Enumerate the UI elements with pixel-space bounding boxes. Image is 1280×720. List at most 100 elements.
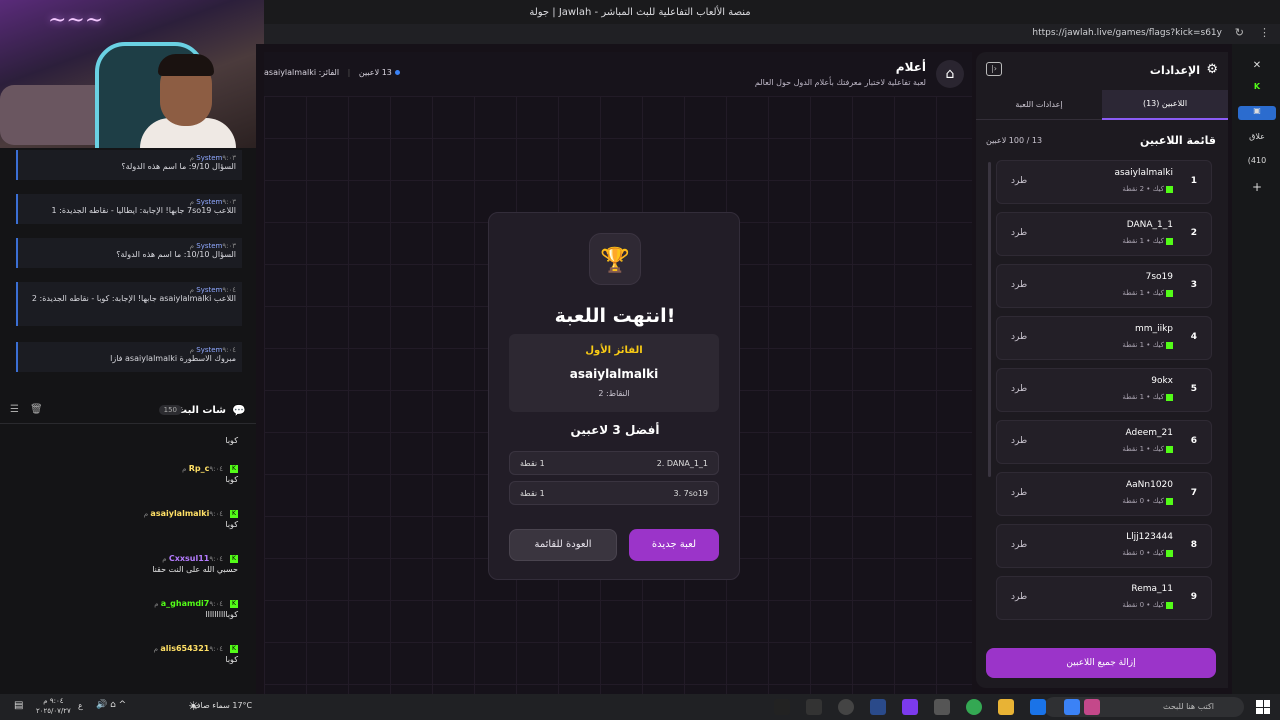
panel-tabs: اللاعبين (13) إعدادات اللعبة — [976, 90, 1228, 120]
screen: جولة | Jawlah - منصة الألعاب التفاعلية ل… — [0, 0, 1280, 720]
kick-button[interactable]: طرد — [1011, 592, 1027, 602]
app-icon[interactable] — [1064, 699, 1080, 715]
trash-icon[interactable]: 🗑 — [30, 404, 43, 415]
chat-count: 150 — [158, 405, 182, 415]
remove-all-players-button[interactable]: إزالة جميع اللاعبين — [986, 648, 1216, 678]
system-message: System٩:٠٤ م مبروك الاسطورة asaiylalmalk… — [16, 342, 242, 372]
game-subtitle: لعبة تفاعلية لاختبار معرفتك بأعلام الدول… — [754, 78, 926, 87]
chat-message: Ka_ghamdi7٩:٠٤ م كوباااااااااا — [154, 599, 238, 619]
language-indicator[interactable]: ع — [78, 701, 83, 710]
tray-icons[interactable]: 🔊 ⌂ ^ — [96, 700, 126, 710]
winner-name: asaiylalmalki — [569, 367, 659, 381]
webcam-overlay: ~~~ — [0, 0, 264, 148]
new-game-button[interactable]: لعبة جديدة — [629, 529, 719, 561]
top-players-title: أفضل 3 لاعبين — [570, 423, 660, 437]
notification-icon[interactable]: ▤ — [14, 700, 23, 711]
game-header: ⌂ أعلام لعبة تفاعلية لاختبار معرفتك بأعل… — [264, 52, 972, 96]
kick-button[interactable]: طرد — [1011, 540, 1027, 550]
kick-button[interactable]: طرد — [1011, 332, 1027, 342]
menu-dots-icon[interactable]: ⋮ — [1259, 26, 1270, 39]
sofa-shape — [0, 85, 110, 145]
system-message: System٩:٠٣ م اللاعب 7so19 جابها! الإجابة… — [16, 194, 242, 224]
list-scrollbar[interactable] — [988, 162, 991, 477]
kick-button[interactable]: طرد — [1011, 436, 1027, 446]
trophy-icon: 🏆 — [589, 233, 641, 285]
home-icon: ⌂ — [945, 66, 955, 82]
live-dot-icon — [394, 70, 400, 75]
player-row: 4 mm_iikp كيك • 1 نقطة طرد — [996, 316, 1212, 360]
app-shortcut-a[interactable]: علاق — [1238, 132, 1276, 141]
player-row: 3 7so19 كيك • 1 نقطة طرد — [996, 264, 1212, 308]
gear-icon: ⚙ — [1206, 62, 1218, 77]
tab-players[interactable]: اللاعبين (13) — [1102, 90, 1228, 120]
first-place-label: الفائز الأول — [585, 345, 643, 356]
weather-widget[interactable]: 17°C سماء صافية — [190, 701, 252, 710]
clock[interactable]: ٩:٠٤ م ٢٠٢٥/٠٧/٢٧ — [36, 696, 71, 716]
chat-message: Kasaiylalmalki٩:٠٤ م كوبا — [143, 509, 238, 529]
chat-message: KCxxsul11٩:٠٤ م حسبي الله على النت حقنا — [152, 554, 238, 574]
epic-games-icon[interactable] — [806, 699, 822, 715]
kick-badge-icon: K — [230, 554, 238, 563]
settings-panel: ⚙ الإعدادات |› اللاعبين (13) إعدادات الل… — [976, 52, 1228, 688]
chat-title: شات البث — [177, 405, 226, 416]
game-title: أعلام — [895, 60, 926, 74]
kick-app-icon[interactable]: K — [1238, 82, 1276, 91]
kick-button[interactable]: طرد — [1011, 176, 1027, 186]
player-row: 8 Lljj123444 كيك • 0 نقطة طرد — [996, 524, 1212, 568]
player-row: 7 AaNn1020 كيك • 0 نقطة طرد — [996, 472, 1212, 516]
player-row: 6 Adeem_21 كيك • 1 نقطة طرد — [996, 420, 1212, 464]
reload-icon[interactable]: ↻ — [1235, 26, 1244, 39]
kick-button[interactable]: طرد — [1011, 228, 1027, 238]
add-icon[interactable]: + — [1238, 180, 1276, 194]
url-text[interactable]: https://jawlah.live/games/flags?kick=s61… — [1032, 28, 1222, 38]
kick-badge-icon: K — [230, 644, 238, 653]
browser-side-panel: ✕ K ▣ علاق (410 + — [1232, 44, 1280, 694]
app-icon[interactable] — [774, 699, 790, 715]
weather-icon: ☀ — [188, 699, 199, 713]
player-row: 2 DANA_1_1 كيك • 1 نقطة طرد — [996, 212, 1212, 256]
stream-chat: System٩:٠٣ م السؤال 9/10: ما اسم هذه الد… — [0, 148, 256, 694]
collapse-panel-icon[interactable]: |› — [986, 62, 1002, 76]
player-row: 1 asaiylalmalki كيك • 2 نقطة طرد — [996, 160, 1212, 204]
game-status: 13 لاعبين | الفائز: asaiylalmalki — [264, 68, 400, 77]
chat-message: كوبا — [225, 436, 238, 445]
winner-label: الفائز: asaiylalmalki — [264, 68, 340, 77]
kick-button[interactable]: طرد — [1011, 280, 1027, 290]
app-icon[interactable] — [902, 699, 918, 715]
neon-sign: ~~~ — [48, 8, 104, 33]
chrome-icon[interactable] — [966, 699, 982, 715]
kick-badge-icon: K — [230, 599, 238, 608]
app-icon[interactable] — [934, 699, 950, 715]
folder-icon[interactable] — [998, 699, 1014, 715]
player-row: 5 9okx كيك • 1 نقطة طرد — [996, 368, 1212, 412]
windows-start-icon[interactable] — [1256, 700, 1270, 714]
chat-header: 💬 شات البث 150 🗑 ☰ — [0, 400, 256, 424]
windows-taskbar: ⌕ اكتب هنا للبحث 17°C سماء صافية ☀ 🔊 ⌂ ^… — [0, 694, 1280, 720]
app-shortcut-b[interactable]: (410 — [1238, 156, 1276, 165]
players-list-title: قائمة اللاعبين — [1140, 134, 1216, 147]
close-panel-icon[interactable]: ✕ — [1238, 60, 1276, 71]
app-icon[interactable] — [1084, 699, 1100, 715]
tab-game-settings[interactable]: إعدادات اللعبة — [976, 90, 1102, 120]
chat-message: Kalis654321٩:٠٤ م كوبا — [153, 644, 238, 664]
back-to-menu-button[interactable]: العودة للقائمة — [509, 529, 617, 561]
app-icon[interactable] — [870, 699, 886, 715]
kick-button[interactable]: طرد — [1011, 384, 1027, 394]
app-icon[interactable] — [838, 699, 854, 715]
kick-badge-icon: K — [230, 464, 238, 473]
panel-title: الإعدادات — [1149, 64, 1200, 77]
kick-button[interactable]: طرد — [1011, 488, 1027, 498]
top-player-row: 3. 7so19 1 نقطة — [509, 481, 719, 505]
address-bar[interactable]: https://jawlah.live/games/flags?kick=s61… — [264, 24, 1280, 44]
players-capacity: 13 / 100 لاعبين — [986, 136, 1043, 145]
player-row: 9 Rema_11 كيك • 0 نقطة طرد — [996, 576, 1212, 620]
kick-badge-icon: K — [230, 509, 238, 518]
system-message: System٩:٠٤ م اللاعب asaiylalmalki جابها!… — [16, 282, 242, 326]
chat-icon: 💬 — [232, 404, 246, 417]
jawlah-tab-icon[interactable]: ▣ — [1238, 106, 1276, 120]
window-title: جولة | Jawlah - منصة الألعاب التفاعلية ل… — [529, 6, 751, 18]
edge-icon[interactable] — [1030, 699, 1046, 715]
list-icon[interactable]: ☰ — [10, 404, 19, 415]
top-player-row: 2. DANA_1_1 1 نقطة — [509, 451, 719, 475]
home-button[interactable]: ⌂ — [936, 60, 964, 88]
